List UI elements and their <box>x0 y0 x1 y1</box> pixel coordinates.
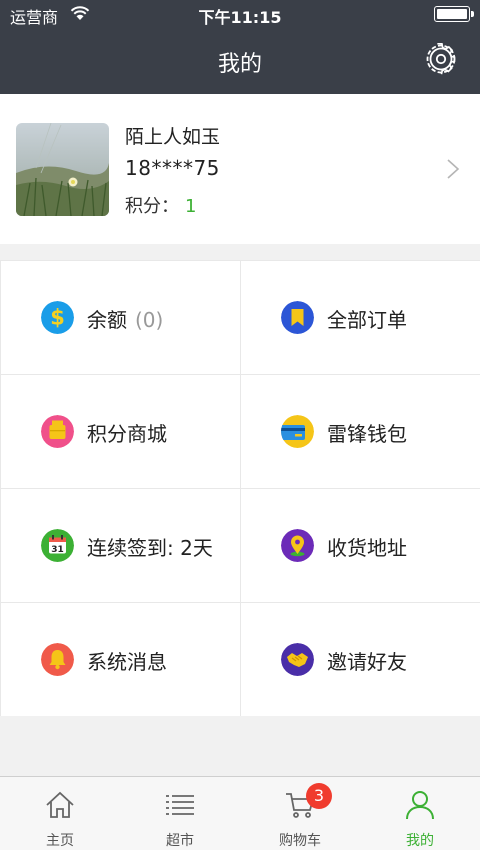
points-value: 1 <box>185 196 197 217</box>
tab-cart[interactable]: 3 购物车 <box>240 777 360 850</box>
tab-market[interactable]: 超市 <box>120 777 240 850</box>
points-label: 积分： <box>125 196 179 217</box>
profile-card[interactable]: 陌上人如玉 18****75 积分： 1 <box>0 94 480 244</box>
menu-item-balance[interactable]: $ 余额 (0) <box>1 261 240 374</box>
menu-item-invite[interactable]: 邀请好友 <box>241 603 480 716</box>
profile-name: 陌上人如玉 <box>125 126 221 148</box>
bell-icon <box>41 643 74 676</box>
status-bar: 运营商 下午11:15 <box>0 0 480 28</box>
location-icon <box>281 529 314 562</box>
menu-label: 连续签到: 2天 <box>87 536 213 560</box>
menu-label: 积分商城 <box>87 422 167 446</box>
menu-label: 收货地址 <box>327 536 407 560</box>
nav-bar: 我的 <box>0 28 480 94</box>
home-icon <box>46 791 74 818</box>
menu-item-messages[interactable]: 系统消息 <box>1 603 240 716</box>
profile-points: 积分： 1 <box>125 192 196 218</box>
calendar-icon: 31 <box>41 529 74 562</box>
tab-label: 主页 <box>46 833 74 849</box>
profile-phone: 18****75 <box>125 156 220 180</box>
menu-item-wallet[interactable]: 雷锋钱包 <box>241 375 480 488</box>
menu-label: 邀请好友 <box>327 650 407 674</box>
card-icon <box>281 415 314 448</box>
menu-label: 余额 <box>87 308 127 332</box>
tab-label: 购物车 <box>279 833 321 849</box>
menu-label: 系统消息 <box>87 650 167 674</box>
tab-home[interactable]: 主页 <box>0 777 120 850</box>
svg-text:$: $ <box>50 306 65 330</box>
user-icon <box>406 791 434 820</box>
avatar <box>16 123 109 216</box>
gift-icon <box>41 415 74 448</box>
battery-icon <box>434 6 474 22</box>
menu-item-checkin[interactable]: 31 连续签到: 2天 <box>1 489 240 602</box>
balance-value: (0) <box>135 308 164 332</box>
menu-label: 全部订单 <box>327 308 407 332</box>
bookmark-icon <box>281 301 314 334</box>
menu-item-all-orders[interactable]: 全部订单 <box>241 261 480 374</box>
page-title: 我的 <box>217 52 262 77</box>
tab-bar: 主页 超市 3 购物车 我的 <box>0 776 480 850</box>
menu-label: 雷锋钱包 <box>327 422 407 446</box>
list-icon <box>166 795 194 815</box>
tab-label: 我的 <box>406 833 434 849</box>
status-time: 下午11:15 <box>198 8 282 27</box>
menu-grid: $ 余额 (0) 全部订单 积分商城 雷锋钱包 31 连续签到: 2天 收货地址… <box>0 260 480 716</box>
handshake-icon <box>281 643 314 676</box>
tab-mine[interactable]: 我的 <box>360 777 480 850</box>
menu-item-address[interactable]: 收货地址 <box>241 489 480 602</box>
cart-badge: 3 <box>306 783 332 809</box>
dollar-icon: $ <box>41 301 74 334</box>
tab-label: 超市 <box>166 833 194 849</box>
chevron-right-icon <box>447 159 460 179</box>
menu-item-points-mall[interactable]: 积分商城 <box>1 375 240 488</box>
gear-icon[interactable] <box>424 42 458 76</box>
svg-text:31: 31 <box>51 545 64 555</box>
